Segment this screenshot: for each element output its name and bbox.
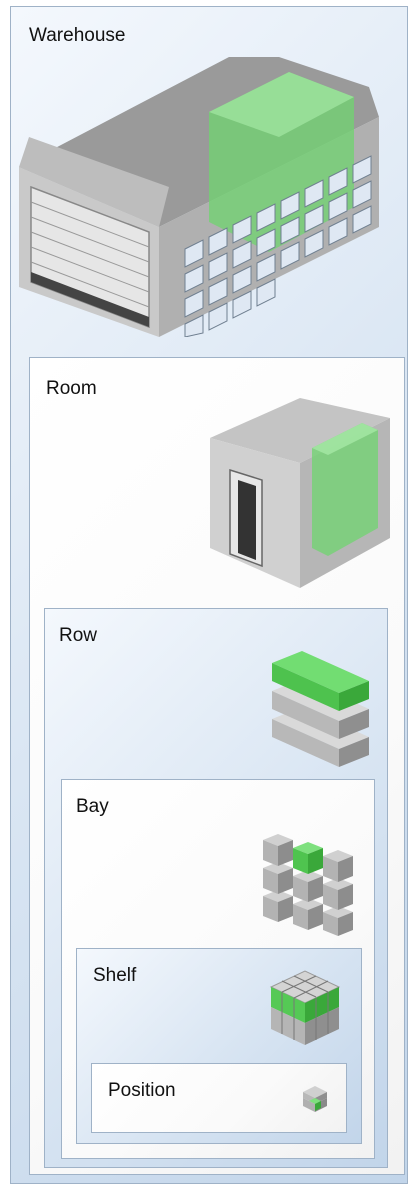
row-label: Row [59, 625, 98, 646]
position-label: Position [108, 1080, 176, 1101]
position-panel: Position [91, 1063, 347, 1133]
room-label: Room [46, 378, 97, 399]
shelf-icon [269, 970, 341, 1045]
shelf-panel: Shelf Position [76, 948, 362, 1144]
shelf-label: Shelf [93, 965, 137, 986]
bay-panel: Bay Shelf Position [61, 779, 375, 1159]
bay-label: Bay [76, 796, 109, 817]
warehouse-icon [19, 57, 379, 337]
bay-icon [263, 834, 353, 936]
row-panel: Row Bay Shelf Position [44, 608, 388, 1168]
row-icon [272, 651, 369, 767]
room-icon [210, 398, 390, 588]
warehouse-panel: Warehouse Room Row Bay Shelf Position [10, 6, 408, 1184]
room-panel: Room Row Bay Shelf Position [29, 357, 405, 1175]
position-icon [303, 1086, 327, 1112]
